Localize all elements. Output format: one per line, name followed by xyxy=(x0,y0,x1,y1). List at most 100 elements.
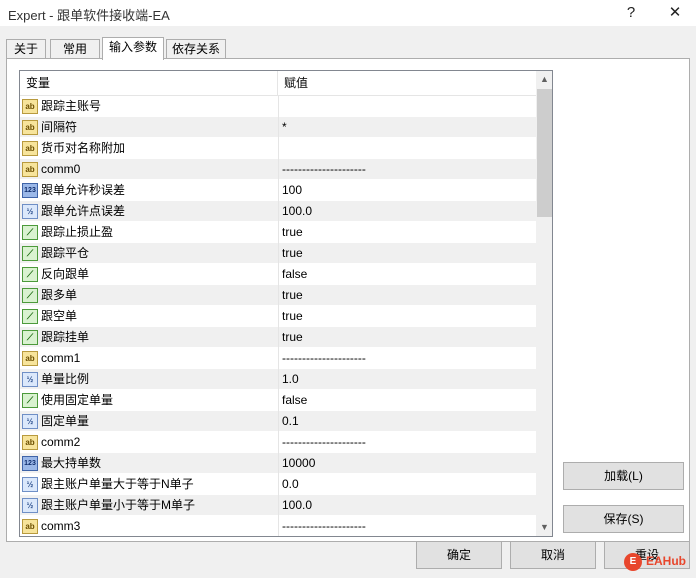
table-row[interactable]: ⟋ 跟踪平仓 true xyxy=(20,243,536,264)
variable-cell[interactable]: ab comm3 xyxy=(20,516,277,536)
value-cell[interactable]: 100.0 xyxy=(278,201,536,222)
value-cell[interactable]: --------------------- xyxy=(278,159,536,180)
tab-inputs[interactable]: 输入参数 xyxy=(102,37,164,60)
table-row[interactable]: ab 货币对名称附加 xyxy=(20,138,536,159)
value-cell[interactable]: 100.0 xyxy=(278,495,536,516)
tab-dependencies[interactable]: 依存关系 xyxy=(166,39,226,59)
vertical-scrollbar[interactable]: ▲ ▼ xyxy=(536,71,552,536)
value-cell[interactable]: --------------------- xyxy=(278,516,536,536)
value-cell[interactable]: true xyxy=(278,243,536,264)
table-row[interactable]: ⟋ 跟空单 true xyxy=(20,306,536,327)
table-row[interactable]: ½ 跟主账户单量小于等于M单子 100.0 xyxy=(20,495,536,516)
value-cell[interactable]: true xyxy=(278,222,536,243)
table-row[interactable]: ⟋ 反向跟单 false xyxy=(20,264,536,285)
table-row[interactable]: ab 跟踪主账号 xyxy=(20,96,536,117)
variable-name: 跟单允许点误差 xyxy=(41,204,126,218)
double-type-icon: ½ xyxy=(22,477,38,492)
variable-cell[interactable]: ½ 跟主账户单量小于等于M单子 xyxy=(20,495,277,516)
scroll-down-icon[interactable]: ▼ xyxy=(536,519,552,536)
value-cell[interactable]: true xyxy=(278,285,536,306)
string-type-icon: ab xyxy=(22,162,38,177)
variable-cell[interactable]: ab comm0 xyxy=(20,159,277,180)
value-cell[interactable]: 10000 xyxy=(278,453,536,474)
table-row[interactable]: 123 跟单允许秒误差 100 xyxy=(20,180,536,201)
table-row[interactable]: ab comm0 --------------------- xyxy=(20,159,536,180)
variable-cell[interactable]: ½ 跟主账户单量大于等于N单子 xyxy=(20,474,277,495)
header-variable[interactable]: 变量 xyxy=(20,71,277,96)
eahub-watermark: E EAHub xyxy=(620,551,692,573)
value-cell[interactable]: false xyxy=(278,264,536,285)
value-cell[interactable]: 1.0 xyxy=(278,369,536,390)
variable-cell[interactable]: ⟋ 反向跟单 xyxy=(20,264,277,285)
table-row[interactable]: ⟋ 跟多单 true xyxy=(20,285,536,306)
table-row[interactable]: ⟋ 使用固定单量 false xyxy=(20,390,536,411)
inputs-grid: 变量 赋值 ab 跟踪主账号 ab 间隔符 * ab 货币对名称附加 ab comm0 -----… xyxy=(19,70,553,537)
value-cell[interactable]: 0.0 xyxy=(278,474,536,495)
variable-cell[interactable]: ½ 单量比例 xyxy=(20,369,277,390)
variable-cell[interactable]: ½ 跟单允许点误差 xyxy=(20,201,277,222)
table-row[interactable]: ⟋ 跟踪止损止盈 true xyxy=(20,222,536,243)
variable-cell[interactable]: ⟋ 跟踪平仓 xyxy=(20,243,277,264)
integer-type-icon: 123 xyxy=(22,183,38,198)
value-cell[interactable]: false xyxy=(278,390,536,411)
variable-name: 跟多单 xyxy=(41,288,78,302)
cancel-button[interactable]: 取消 xyxy=(510,541,596,569)
variable-cell[interactable]: ⟋ 跟踪止损止盈 xyxy=(20,222,277,243)
table-row[interactable]: ab comm3 --------------------- xyxy=(20,516,536,536)
variable-cell[interactable]: ab 跟踪主账号 xyxy=(20,96,277,117)
table-row[interactable]: ⟋ 跟踪挂单 true xyxy=(20,327,536,348)
save-button[interactable]: 保存(S) xyxy=(563,505,684,533)
variable-cell[interactable]: ½ 固定单量 xyxy=(20,411,277,432)
value-cell[interactable]: 0.1 xyxy=(278,411,536,432)
help-icon[interactable]: ? xyxy=(616,2,646,24)
variable-cell[interactable]: ⟋ 使用固定单量 xyxy=(20,390,277,411)
variable-name: 固定单量 xyxy=(41,414,90,428)
variable-cell[interactable]: ⟋ 跟多单 xyxy=(20,285,277,306)
bool-type-icon: ⟋ xyxy=(22,288,38,303)
string-type-icon: ab xyxy=(22,120,38,135)
grid-rows: ab 跟踪主账号 ab 间隔符 * ab 货币对名称附加 ab comm0 -----------… xyxy=(20,96,536,536)
variable-name: 反向跟单 xyxy=(41,267,90,281)
variable-name: 间隔符 xyxy=(41,120,78,134)
value-cell[interactable] xyxy=(278,96,536,117)
value-cell[interactable]: 100 xyxy=(278,180,536,201)
variable-cell[interactable]: ⟋ 跟空单 xyxy=(20,306,277,327)
value-cell[interactable]: true xyxy=(278,306,536,327)
value-cell[interactable] xyxy=(278,138,536,159)
table-row[interactable]: ½ 跟主账户单量大于等于N单子 0.0 xyxy=(20,474,536,495)
variable-cell[interactable]: ⟋ 跟踪挂单 xyxy=(20,327,277,348)
variable-name: comm0 xyxy=(41,162,81,176)
load-button[interactable]: 加载(L) xyxy=(563,462,684,490)
table-row[interactable]: ½ 单量比例 1.0 xyxy=(20,369,536,390)
table-row[interactable]: ab comm1 --------------------- xyxy=(20,348,536,369)
variable-cell[interactable]: ab 货币对名称附加 xyxy=(20,138,277,159)
value-cell[interactable]: true xyxy=(278,327,536,348)
tab-about[interactable]: 关于 xyxy=(6,39,46,59)
variable-cell[interactable]: 123 最大持单数 xyxy=(20,453,277,474)
variable-name: comm3 xyxy=(41,519,81,533)
bool-type-icon: ⟋ xyxy=(22,225,38,240)
table-row[interactable]: ½ 固定单量 0.1 xyxy=(20,411,536,432)
variable-cell[interactable]: ab comm1 xyxy=(20,348,277,369)
scroll-up-icon[interactable]: ▲ xyxy=(536,71,552,88)
value-cell[interactable]: --------------------- xyxy=(278,432,536,453)
variable-cell[interactable]: ab 间隔符 xyxy=(20,117,277,138)
variable-name: 跟踪挂单 xyxy=(41,330,90,344)
window-title: Expert - 跟单软件接收端-EA xyxy=(8,8,170,23)
scrollbar-thumb[interactable] xyxy=(537,89,552,217)
close-icon[interactable]: ✕ xyxy=(660,2,690,24)
variable-name: 使用固定单量 xyxy=(41,393,114,407)
value-cell[interactable]: * xyxy=(278,117,536,138)
table-row[interactable]: ab 间隔符 * xyxy=(20,117,536,138)
value-cell[interactable]: --------------------- xyxy=(278,348,536,369)
table-row[interactable]: ½ 跟单允许点误差 100.0 xyxy=(20,201,536,222)
bool-type-icon: ⟋ xyxy=(22,393,38,408)
variable-cell[interactable]: 123 跟单允许秒误差 xyxy=(20,180,277,201)
header-value[interactable]: 赋值 xyxy=(278,71,536,96)
variable-cell[interactable]: ab comm2 xyxy=(20,432,277,453)
tab-common[interactable]: 常用 xyxy=(50,39,100,59)
ok-button[interactable]: 确定 xyxy=(416,541,502,569)
title-bar: Expert - 跟单软件接收端-EA ? ✕ xyxy=(0,0,696,26)
table-row[interactable]: ab comm2 --------------------- xyxy=(20,432,536,453)
table-row[interactable]: 123 最大持单数 10000 xyxy=(20,453,536,474)
